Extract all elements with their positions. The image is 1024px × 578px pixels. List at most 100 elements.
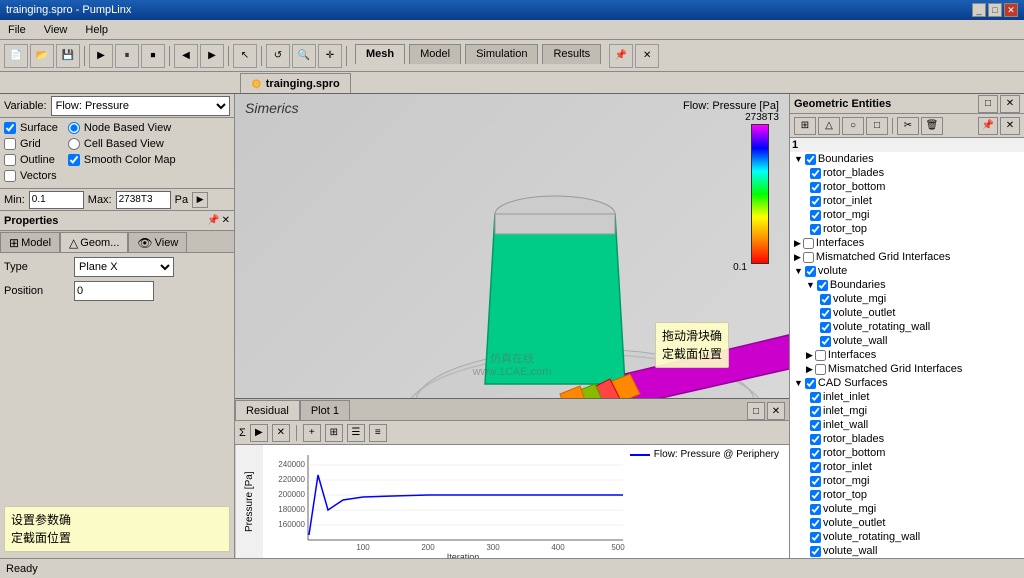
geo-btn-1[interactable]: ⊞ <box>794 117 816 135</box>
outline-checkbox[interactable] <box>4 154 16 166</box>
tree-mismatched-1[interactable]: ▶ Mismatched Grid Interfaces <box>790 250 1024 264</box>
props-tab-model[interactable]: ⊞ Model <box>0 232 60 252</box>
geo-btn-4[interactable]: □ <box>866 117 888 135</box>
volute-outlet-checkbox[interactable] <box>820 308 831 319</box>
tree-rotor-blades-2[interactable]: rotor_blades <box>790 432 1024 446</box>
position-input[interactable] <box>74 281 154 301</box>
remove-ctrl-button[interactable]: ⊞ <box>325 424 343 442</box>
window-controls[interactable]: _ □ ✕ <box>972 3 1018 17</box>
tree-inlet-wall[interactable]: inlet_wall <box>790 418 1024 432</box>
panel-float-button[interactable]: □ <box>747 402 765 420</box>
right-pin-button[interactable]: 📌 <box>978 117 998 135</box>
inlet-mgi-checkbox[interactable] <box>810 406 821 417</box>
tab-simulation[interactable]: Simulation <box>465 44 538 64</box>
tree-rotor-mgi-1[interactable]: rotor_mgi <box>790 208 1024 222</box>
pause-button[interactable]: ⏸ <box>115 44 139 68</box>
play-button[interactable]: ▶ <box>89 44 113 68</box>
variable-select[interactable]: Flow: Pressure <box>51 96 230 116</box>
cad-surfaces-checkbox[interactable] <box>805 378 816 389</box>
rotor-inlet-checkbox-1[interactable] <box>810 196 821 207</box>
tree-volute-wall-2[interactable]: volute_wall <box>790 544 1024 558</box>
close-button[interactable]: ✕ <box>1004 3 1018 17</box>
tab-plot1[interactable]: Plot 1 <box>300 400 350 420</box>
tab-residual[interactable]: Residual <box>235 400 300 420</box>
tree-volute-interfaces[interactable]: ▶ Interfaces <box>790 348 1024 362</box>
tree-volute-mgi-2[interactable]: volute_mgi <box>790 502 1024 516</box>
interfaces-checkbox-1[interactable] <box>803 238 814 249</box>
file-tab-trainging[interactable]: ⚙ trainging.spro <box>240 73 351 93</box>
menu-view[interactable]: View <box>40 24 72 36</box>
tree-rotor-mgi-2[interactable]: rotor_mgi <box>790 474 1024 488</box>
mismatched-checkbox-1[interactable] <box>803 252 814 263</box>
tree-volute-rotating-wall-2[interactable]: volute_rotating_wall <box>790 530 1024 544</box>
zoom-button[interactable]: 🔍 <box>292 44 316 68</box>
right-close-button[interactable]: ✕ <box>1000 117 1020 135</box>
panel-pin-button[interactable]: 📌 <box>609 44 633 68</box>
rotor-blades-checkbox-2[interactable] <box>810 434 821 445</box>
tree-volute-outlet-2[interactable]: volute_outlet <box>790 516 1024 530</box>
sort-ctrl-button[interactable]: ≡ <box>369 424 387 442</box>
rotor-top-checkbox-2[interactable] <box>810 490 821 501</box>
tree-volute-rotating-wall[interactable]: volute_rotating_wall <box>790 320 1024 334</box>
volute-mismatched-checkbox[interactable] <box>815 364 826 375</box>
tree-rotor-bottom-1[interactable]: rotor_bottom <box>790 180 1024 194</box>
rotor-mgi-checkbox-2[interactable] <box>810 476 821 487</box>
list-ctrl-button[interactable]: ☰ <box>347 424 365 442</box>
back-button[interactable]: ◀ <box>174 44 198 68</box>
vectors-checkbox[interactable] <box>4 170 16 182</box>
tab-mesh[interactable]: Mesh <box>355 44 405 64</box>
panel-pin-icon[interactable]: 📌 <box>207 215 219 226</box>
rotor-mgi-checkbox-1[interactable] <box>810 210 821 221</box>
rotor-inlet-checkbox-2[interactable] <box>810 462 821 473</box>
tree-rotor-inlet-1[interactable]: rotor_inlet <box>790 194 1024 208</box>
rotor-bottom-checkbox-1[interactable] <box>810 182 821 193</box>
tree-volute[interactable]: ▼ volute <box>790 264 1024 278</box>
new-button[interactable]: 📄 <box>4 44 28 68</box>
panel-close-icon[interactable]: ✕ <box>222 215 230 226</box>
rotor-bottom-checkbox-2[interactable] <box>810 448 821 459</box>
cursor-button[interactable]: ↖ <box>233 44 257 68</box>
volute-mgi-checkbox[interactable] <box>820 294 831 305</box>
save-button[interactable]: 💾 <box>56 44 80 68</box>
tree-inlet-mgi[interactable]: inlet_mgi <box>790 404 1024 418</box>
rotor-blades-checkbox-1[interactable] <box>810 168 821 179</box>
tree-rotor-top-2[interactable]: rotor_top <box>790 488 1024 502</box>
tab-model[interactable]: Model <box>409 44 461 64</box>
tree-rotor-inlet-2[interactable]: rotor_inlet <box>790 460 1024 474</box>
open-button[interactable]: 📂 <box>30 44 54 68</box>
forward-button[interactable]: ▶ <box>200 44 224 68</box>
play-ctrl-button[interactable]: ▶ <box>250 424 268 442</box>
props-tab-geom[interactable]: △ Geom... <box>60 232 128 252</box>
panel-close-button[interactable]: ✕ <box>635 44 659 68</box>
geo-btn-delete[interactable]: 🗑 <box>921 117 943 135</box>
plot-area[interactable]: Flow: Pressure @ Periphery <box>263 445 789 558</box>
panel-close-bottom-button[interactable]: ✕ <box>767 402 785 420</box>
minimize-button[interactable]: _ <box>972 3 986 17</box>
tree-interfaces-1[interactable]: ▶ Interfaces <box>790 236 1024 250</box>
volute-interfaces-checkbox[interactable] <box>815 350 826 361</box>
volute-boundaries-checkbox[interactable] <box>817 280 828 291</box>
undo-button[interactable]: ↺ <box>266 44 290 68</box>
grid-checkbox[interactable] <box>4 138 16 150</box>
stop-button[interactable]: ⏹ <box>141 44 165 68</box>
tree-volute-wall[interactable]: volute_wall <box>790 334 1024 348</box>
tree-volute-mgi[interactable]: volute_mgi <box>790 292 1024 306</box>
tree-inlet-inlet[interactable]: inlet_inlet <box>790 390 1024 404</box>
3d-viewport[interactable]: Simerics Flow: Pressure [Pa] 2738T3 0.1 <box>235 94 789 398</box>
geo-btn-2[interactable]: △ <box>818 117 840 135</box>
tree-volute-outlet[interactable]: volute_outlet <box>790 306 1024 320</box>
surface-checkbox[interactable] <box>4 122 16 134</box>
volute-checkbox[interactable] <box>805 266 816 277</box>
volute-mgi-checkbox-2[interactable] <box>810 504 821 515</box>
volute-rotating-wall-checkbox-2[interactable] <box>810 532 821 543</box>
menu-file[interactable]: File <box>4 24 30 36</box>
max-input[interactable] <box>116 191 171 209</box>
geo-btn-5[interactable]: ✂ <box>897 117 919 135</box>
clear-ctrl-button[interactable]: ✕ <box>272 424 290 442</box>
tab-results[interactable]: Results <box>542 44 601 64</box>
right-panel-close-button[interactable]: ✕ <box>1000 95 1020 113</box>
inlet-wall-checkbox[interactable] <box>810 420 821 431</box>
tree-rotor-bottom-2[interactable]: rotor_bottom <box>790 446 1024 460</box>
volute-wall-checkbox-2[interactable] <box>810 546 821 557</box>
pan-button[interactable]: ✛ <box>318 44 342 68</box>
